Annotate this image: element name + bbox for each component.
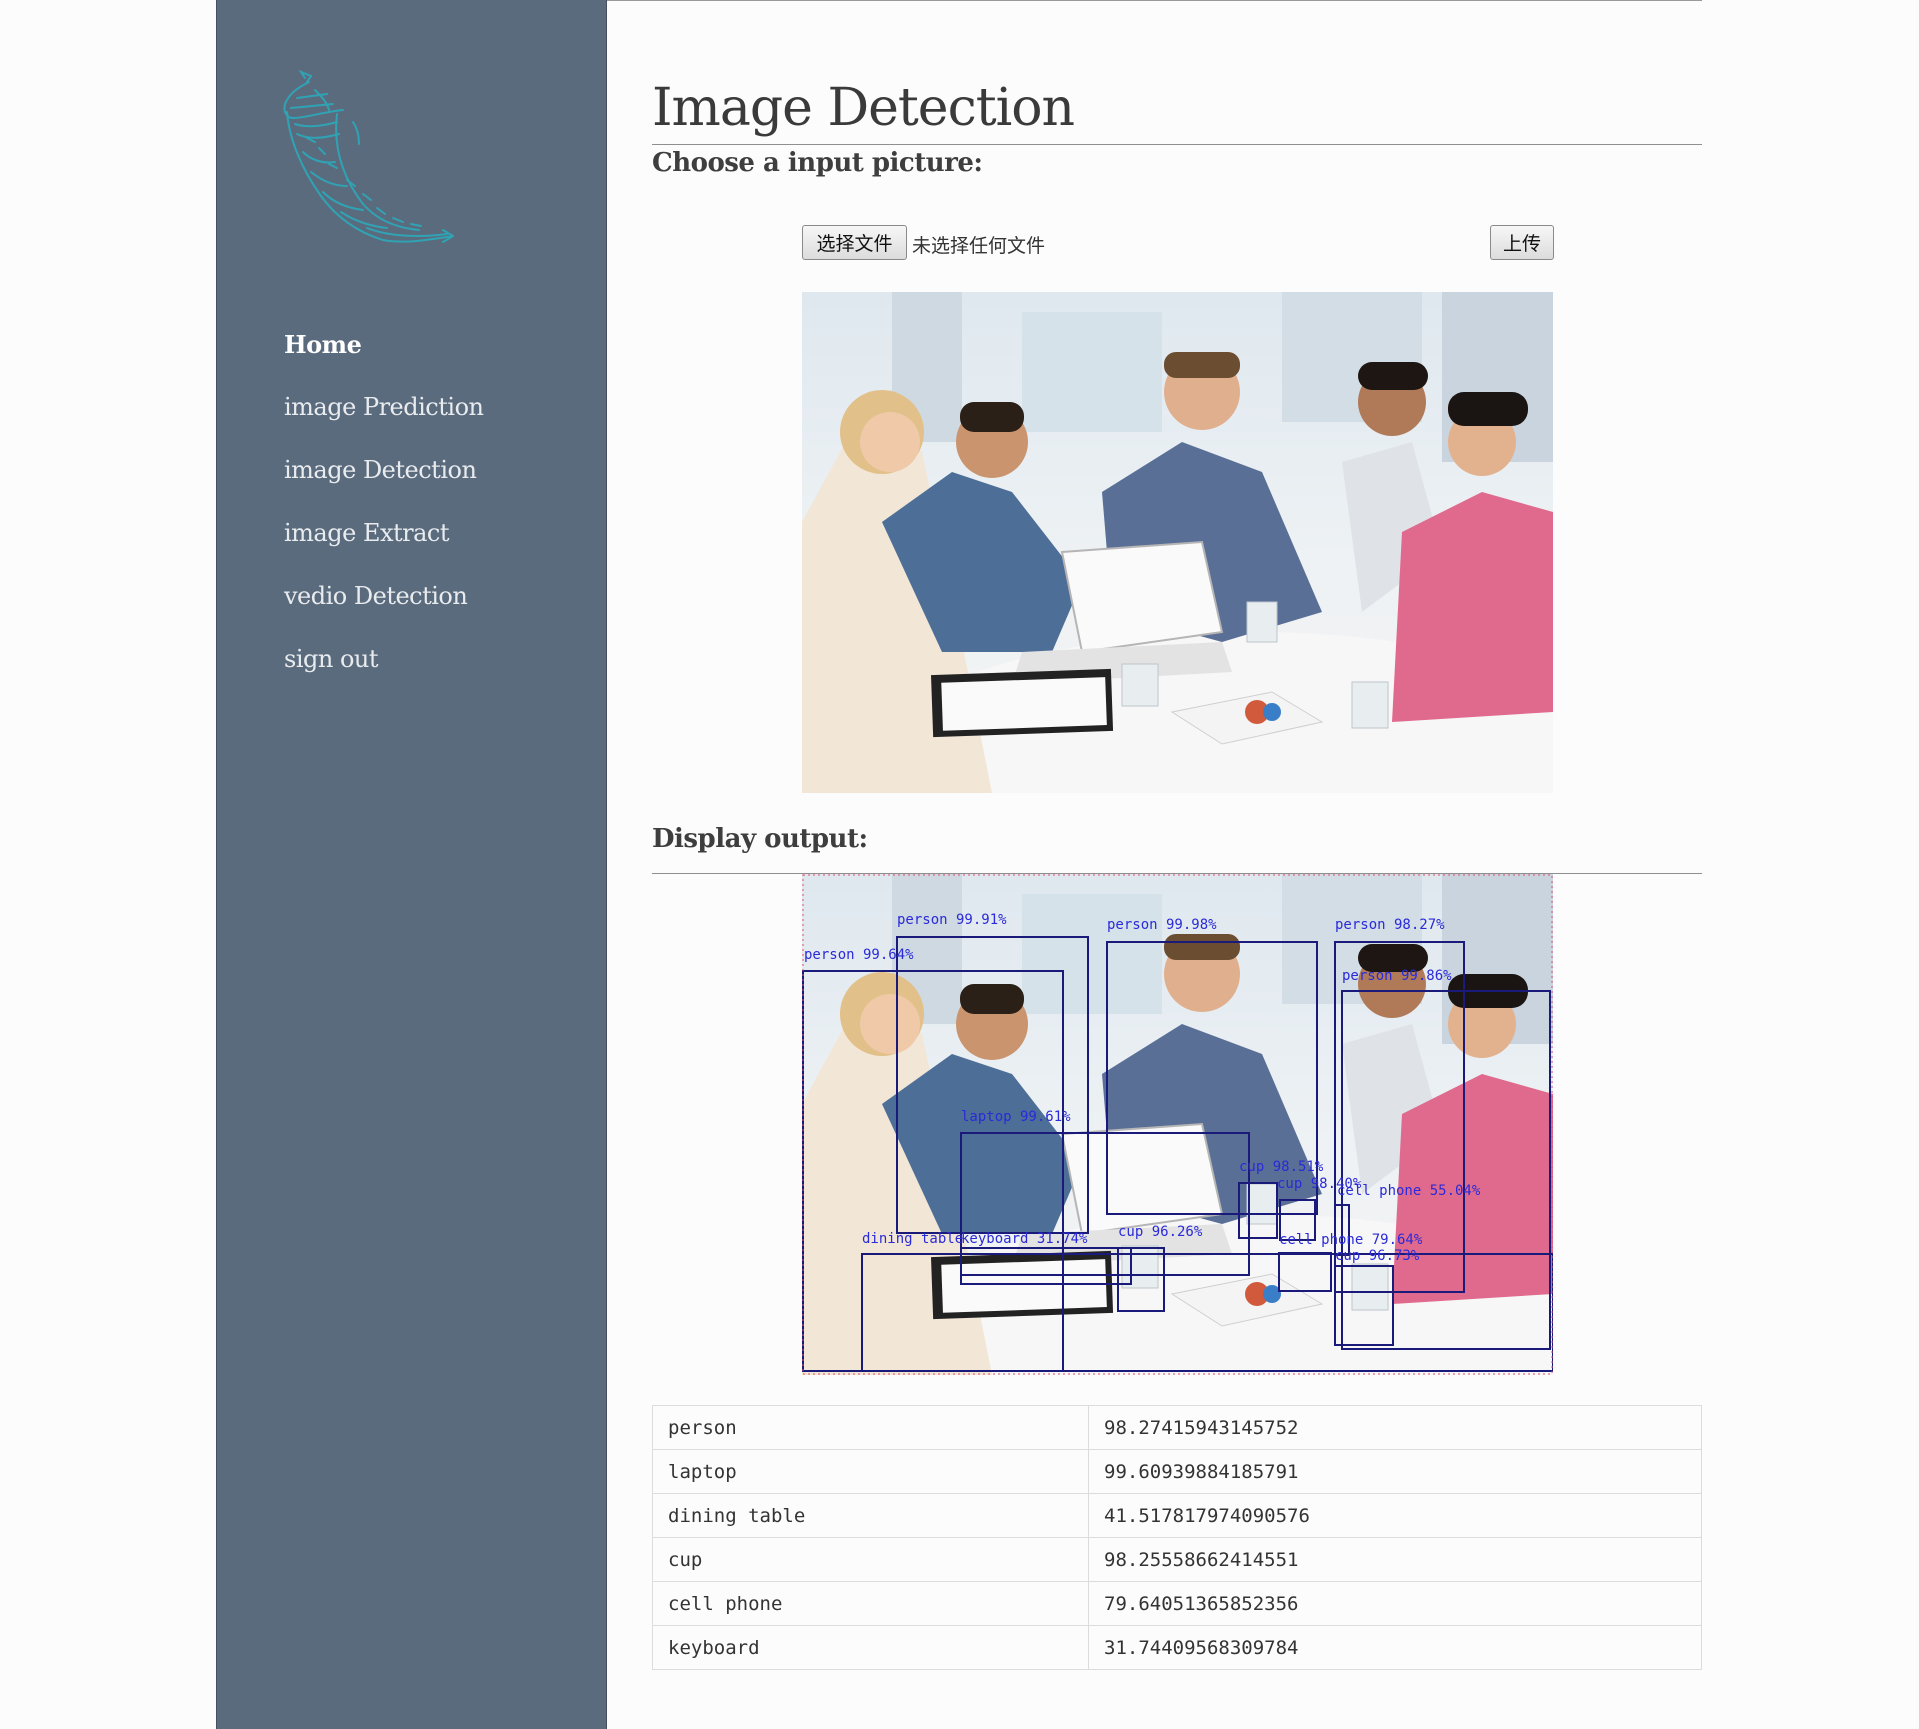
det-label: cell phone 79.64% xyxy=(1279,1232,1423,1248)
det-label: person 99.91% xyxy=(897,912,1007,928)
result-score: 41.517817974090576 xyxy=(1088,1493,1702,1538)
choose-file-button[interactable]: 选择文件 xyxy=(802,225,907,260)
title-divider xyxy=(652,144,1702,145)
result-label: cup xyxy=(652,1537,1089,1582)
results-table: person 98.27415943145752 laptop 99.60939… xyxy=(652,1405,1702,1670)
table-row: cell phone 79.64051365852356 xyxy=(652,1581,1702,1626)
output-image: person 99.91% person 99.98% person 98.27… xyxy=(802,874,1553,1375)
nav-image-prediction[interactable]: image Prediction xyxy=(284,393,484,456)
result-label: keyboard xyxy=(652,1625,1089,1670)
input-heading: Choose a input picture: xyxy=(652,148,983,178)
det-label: cup 96.26% xyxy=(1118,1224,1203,1240)
det-label: keyboard 31.74% xyxy=(961,1231,1088,1247)
top-border xyxy=(607,0,1702,1)
page-title: Image Detection xyxy=(652,78,1075,138)
upload-button[interactable]: 上传 xyxy=(1490,225,1554,260)
det-label: laptop 99.61% xyxy=(961,1109,1071,1125)
output-heading: Display output: xyxy=(652,824,868,854)
result-score: 98.27415943145752 xyxy=(1088,1405,1702,1450)
det-label: person 99.64% xyxy=(804,947,914,963)
result-score: 31.74409568309784 xyxy=(1088,1625,1702,1670)
sidebar-nav: Home image Prediction image Detection im… xyxy=(284,330,484,708)
result-label: cell phone xyxy=(652,1581,1089,1626)
det-label: person 98.27% xyxy=(1335,917,1445,933)
result-label: person xyxy=(652,1405,1089,1450)
result-score: 98.25558662414551 xyxy=(1088,1537,1702,1582)
result-label: laptop xyxy=(652,1449,1089,1494)
flask-logo xyxy=(283,69,454,243)
table-row: laptop 99.60939884185791 xyxy=(652,1449,1702,1494)
result-label: dining table xyxy=(652,1493,1089,1538)
input-image xyxy=(802,292,1553,793)
nav-image-detection[interactable]: image Detection xyxy=(284,456,483,519)
result-score: 99.60939884185791 xyxy=(1088,1449,1702,1494)
det-label: dining table xyxy=(862,1231,963,1247)
result-score: 79.64051365852356 xyxy=(1088,1581,1702,1626)
sidebar: Home image Prediction image Detection im… xyxy=(216,0,607,1729)
table-row: keyboard 31.74409568309784 xyxy=(652,1625,1702,1670)
det-label: cell phone 55.04% xyxy=(1337,1183,1481,1199)
nav-image-extract[interactable]: image Extract xyxy=(284,519,483,582)
table-row: cup 98.25558662414551 xyxy=(652,1537,1702,1582)
file-status-text: 未选择任何文件 xyxy=(912,235,1046,257)
table-row: dining table 41.517817974090576 xyxy=(652,1493,1702,1538)
det-label: cup 96.73% xyxy=(1335,1248,1420,1264)
det-label: person 99.98% xyxy=(1107,917,1217,933)
nav-home[interactable]: Home xyxy=(284,330,483,393)
nav-sign-out[interactable]: sign out xyxy=(284,645,483,708)
det-label: person 99.86% xyxy=(1342,968,1452,984)
det-label: cup 98.51% xyxy=(1239,1159,1324,1175)
table-row: person 98.27415943145752 xyxy=(652,1405,1702,1450)
nav-vedio-detection[interactable]: vedio Detection xyxy=(284,582,483,645)
